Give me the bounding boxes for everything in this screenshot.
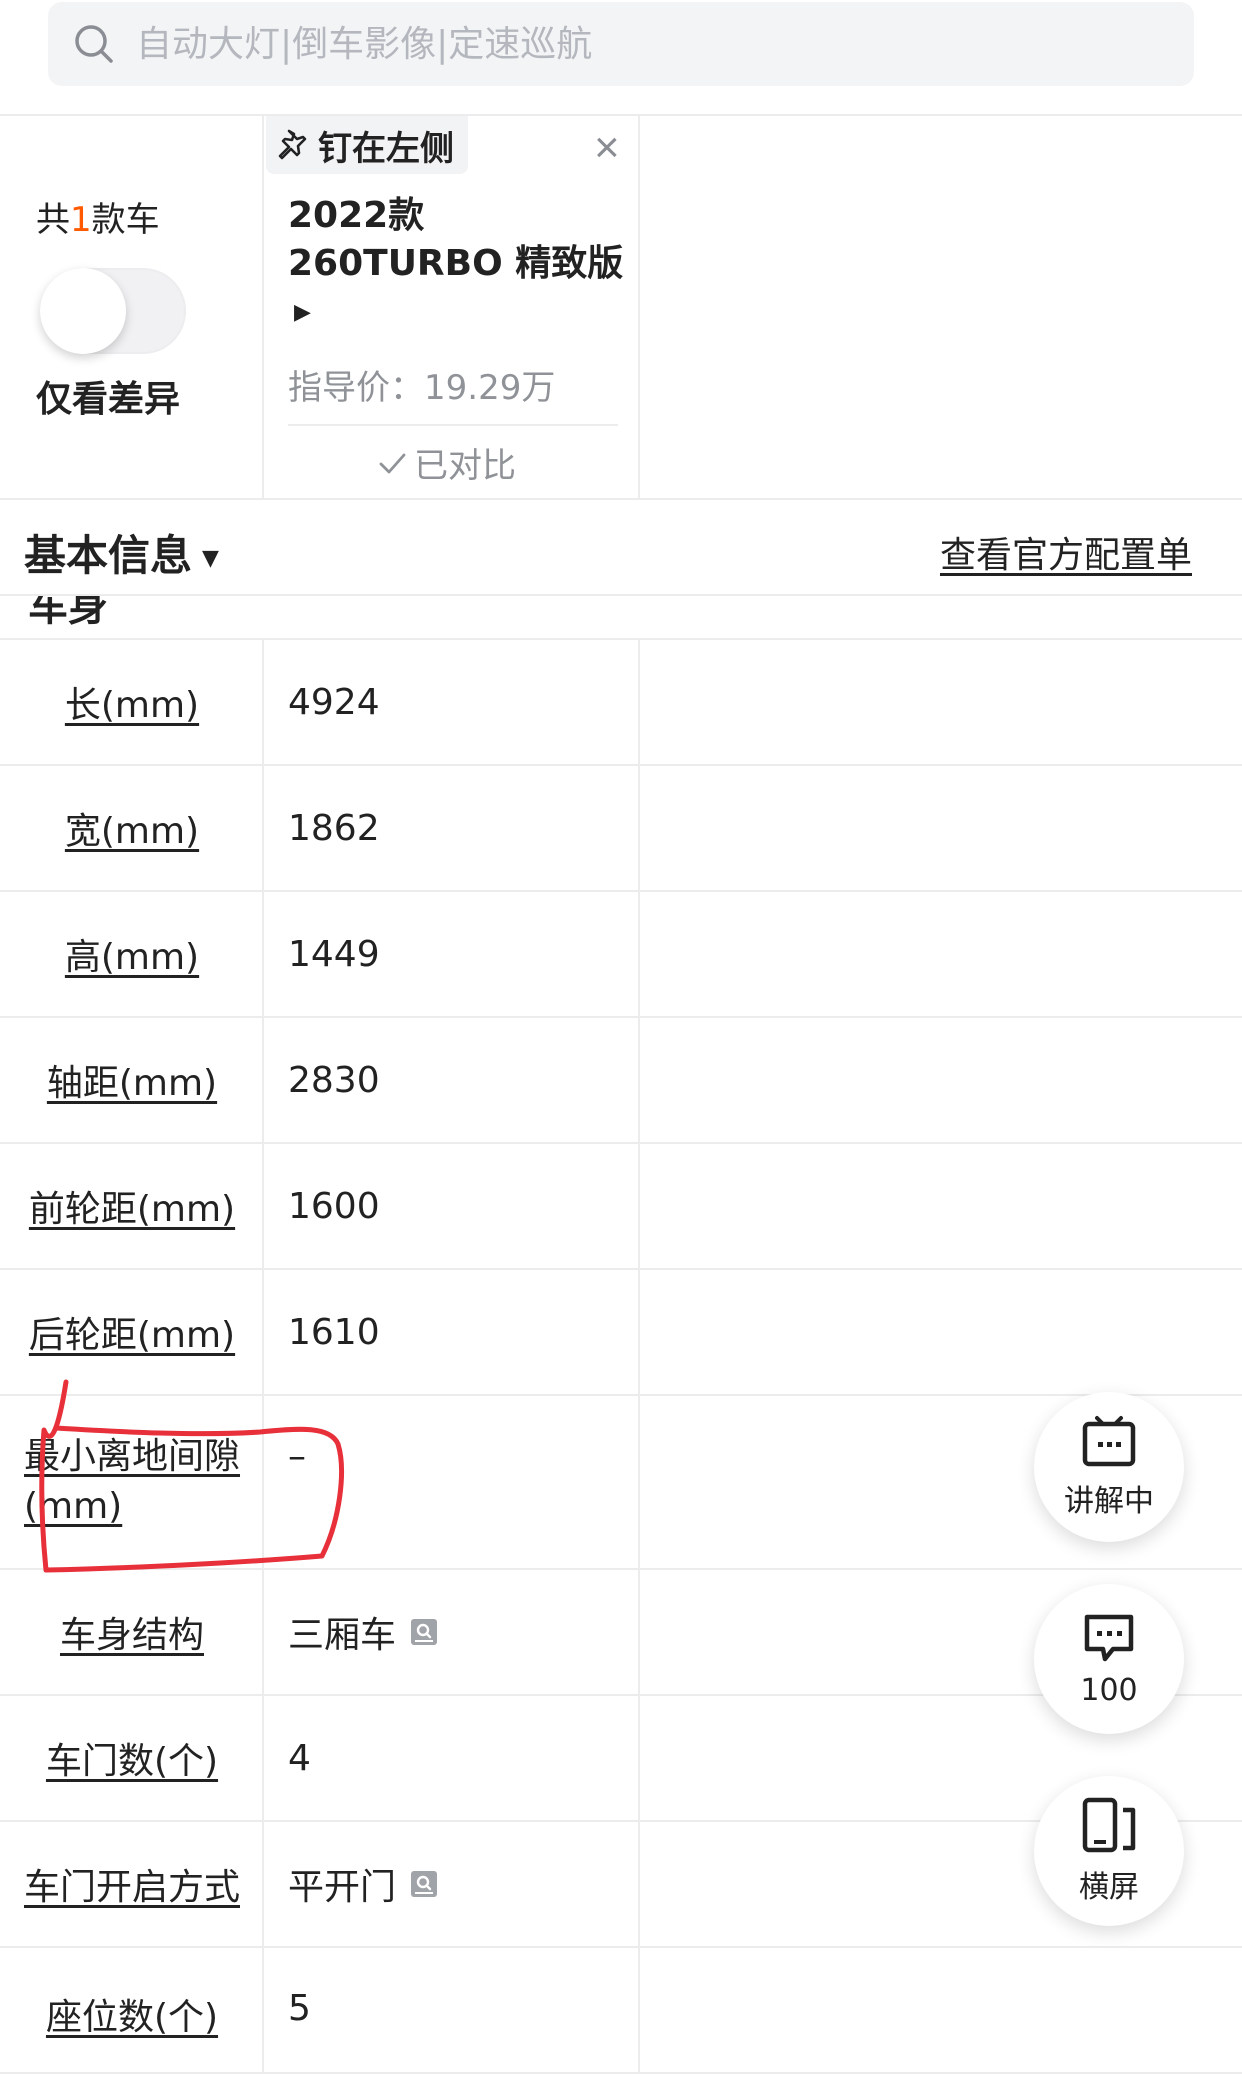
landscape-label: 横屏	[1079, 1870, 1139, 1905]
explain-label: 讲解中	[1064, 1484, 1154, 1519]
divider	[262, 116, 264, 498]
search-icon	[75, 25, 113, 63]
spec-label[interactable]: 长(mm)	[0, 640, 264, 764]
table-row: 高(mm) 1449	[0, 892, 1242, 1018]
search-input[interactable]	[134, 22, 1134, 66]
spec-label[interactable]: 车门数(个)	[0, 1696, 264, 1820]
divider	[288, 424, 618, 426]
table-row: 后轮距(mm) 1610	[0, 1270, 1242, 1396]
section-header: 基本信息 ▼ 查看官方配置单	[0, 500, 1242, 596]
spec-value: 1600	[288, 1185, 380, 1227]
compared-button[interactable]: 已对比	[376, 438, 516, 487]
spec-value-text: 平开门	[288, 1867, 397, 1908]
car-model-name[interactable]: 2022款 260TURBO 精致版▶	[288, 192, 628, 337]
diff-only-toggle[interactable]	[40, 268, 186, 354]
spec-label[interactable]: 最小离地间隙(mm)	[0, 1396, 240, 1568]
spec-label[interactable]: 高(mm)	[0, 892, 264, 1016]
group-title: 车身	[28, 596, 108, 630]
guide-price: 指导价：19.29万	[288, 368, 556, 408]
table-row: 长(mm) 4924	[0, 640, 1242, 766]
pin-label: 钉在左侧	[318, 128, 454, 169]
explain-button[interactable]: 讲解中	[1034, 1392, 1184, 1542]
detail-info-icon[interactable]	[410, 1870, 438, 1898]
pin-left-button[interactable]: 钉在左侧	[266, 116, 468, 174]
spec-value: 2830	[288, 1059, 380, 1101]
caret-down-icon: ▼	[202, 546, 219, 571]
table-row: 宽(mm) 1862	[0, 766, 1242, 892]
table-row: 座位数(个) 5	[0, 1948, 1242, 2074]
tv-icon	[1082, 1416, 1136, 1467]
spec-label[interactable]: 后轮距(mm)	[0, 1270, 264, 1394]
rotate-screen-icon	[1082, 1797, 1136, 1853]
comment-icon	[1084, 1614, 1134, 1661]
spec-label[interactable]: 座位数(个)	[0, 1948, 264, 2072]
spec-value-text: 三厢车	[288, 1615, 397, 1656]
search-bar	[0, 0, 1242, 116]
close-icon[interactable]: ×	[594, 126, 620, 170]
table-row: 轴距(mm) 2830	[0, 1018, 1242, 1144]
search-box[interactable]	[48, 2, 1194, 86]
compare-header: 共1款车 仅看差异 钉在左侧 × 2022款 260TURBO 精致版▶ 指导价…	[0, 116, 1242, 500]
official-config-link[interactable]: 查看官方配置单	[940, 526, 1192, 578]
toggle-knob	[40, 268, 126, 354]
spec-label[interactable]: 车门开启方式	[0, 1822, 264, 1946]
triangle-right-icon: ▶	[294, 300, 311, 325]
check-icon	[379, 453, 406, 473]
group-title-strip: 车身	[0, 596, 1242, 640]
spec-label[interactable]: 车身结构	[0, 1570, 264, 1694]
spec-label[interactable]: 宽(mm)	[0, 766, 264, 890]
section-title[interactable]: 基本信息 ▼	[24, 522, 219, 583]
detail-info-icon[interactable]	[410, 1618, 438, 1646]
spec-value: 平开门	[288, 1822, 438, 1946]
compared-label: 已对比	[414, 446, 516, 486]
diff-only-label: 仅看差异	[36, 379, 181, 420]
spec-value: 5	[288, 1988, 311, 2029]
pin-icon	[278, 129, 307, 160]
spec-value: –	[288, 1436, 306, 1477]
spec-value: 4924	[288, 681, 380, 723]
spec-value: 1449	[288, 933, 380, 975]
comments-count: 100	[1080, 1672, 1138, 1708]
spec-label[interactable]: 前轮距(mm)	[0, 1144, 264, 1268]
spec-value: 1610	[288, 1311, 380, 1353]
divider	[638, 116, 640, 498]
spec-value: 4	[288, 1737, 311, 1779]
car-count: 共1款车	[36, 200, 160, 240]
comments-button[interactable]: 100	[1034, 1584, 1184, 1734]
spec-value: 三厢车	[288, 1570, 438, 1694]
spec-label[interactable]: 轴距(mm)	[0, 1018, 264, 1142]
spec-value: 1862	[288, 807, 380, 849]
table-row: 前轮距(mm) 1600	[0, 1144, 1242, 1270]
landscape-button[interactable]: 横屏	[1034, 1776, 1184, 1926]
